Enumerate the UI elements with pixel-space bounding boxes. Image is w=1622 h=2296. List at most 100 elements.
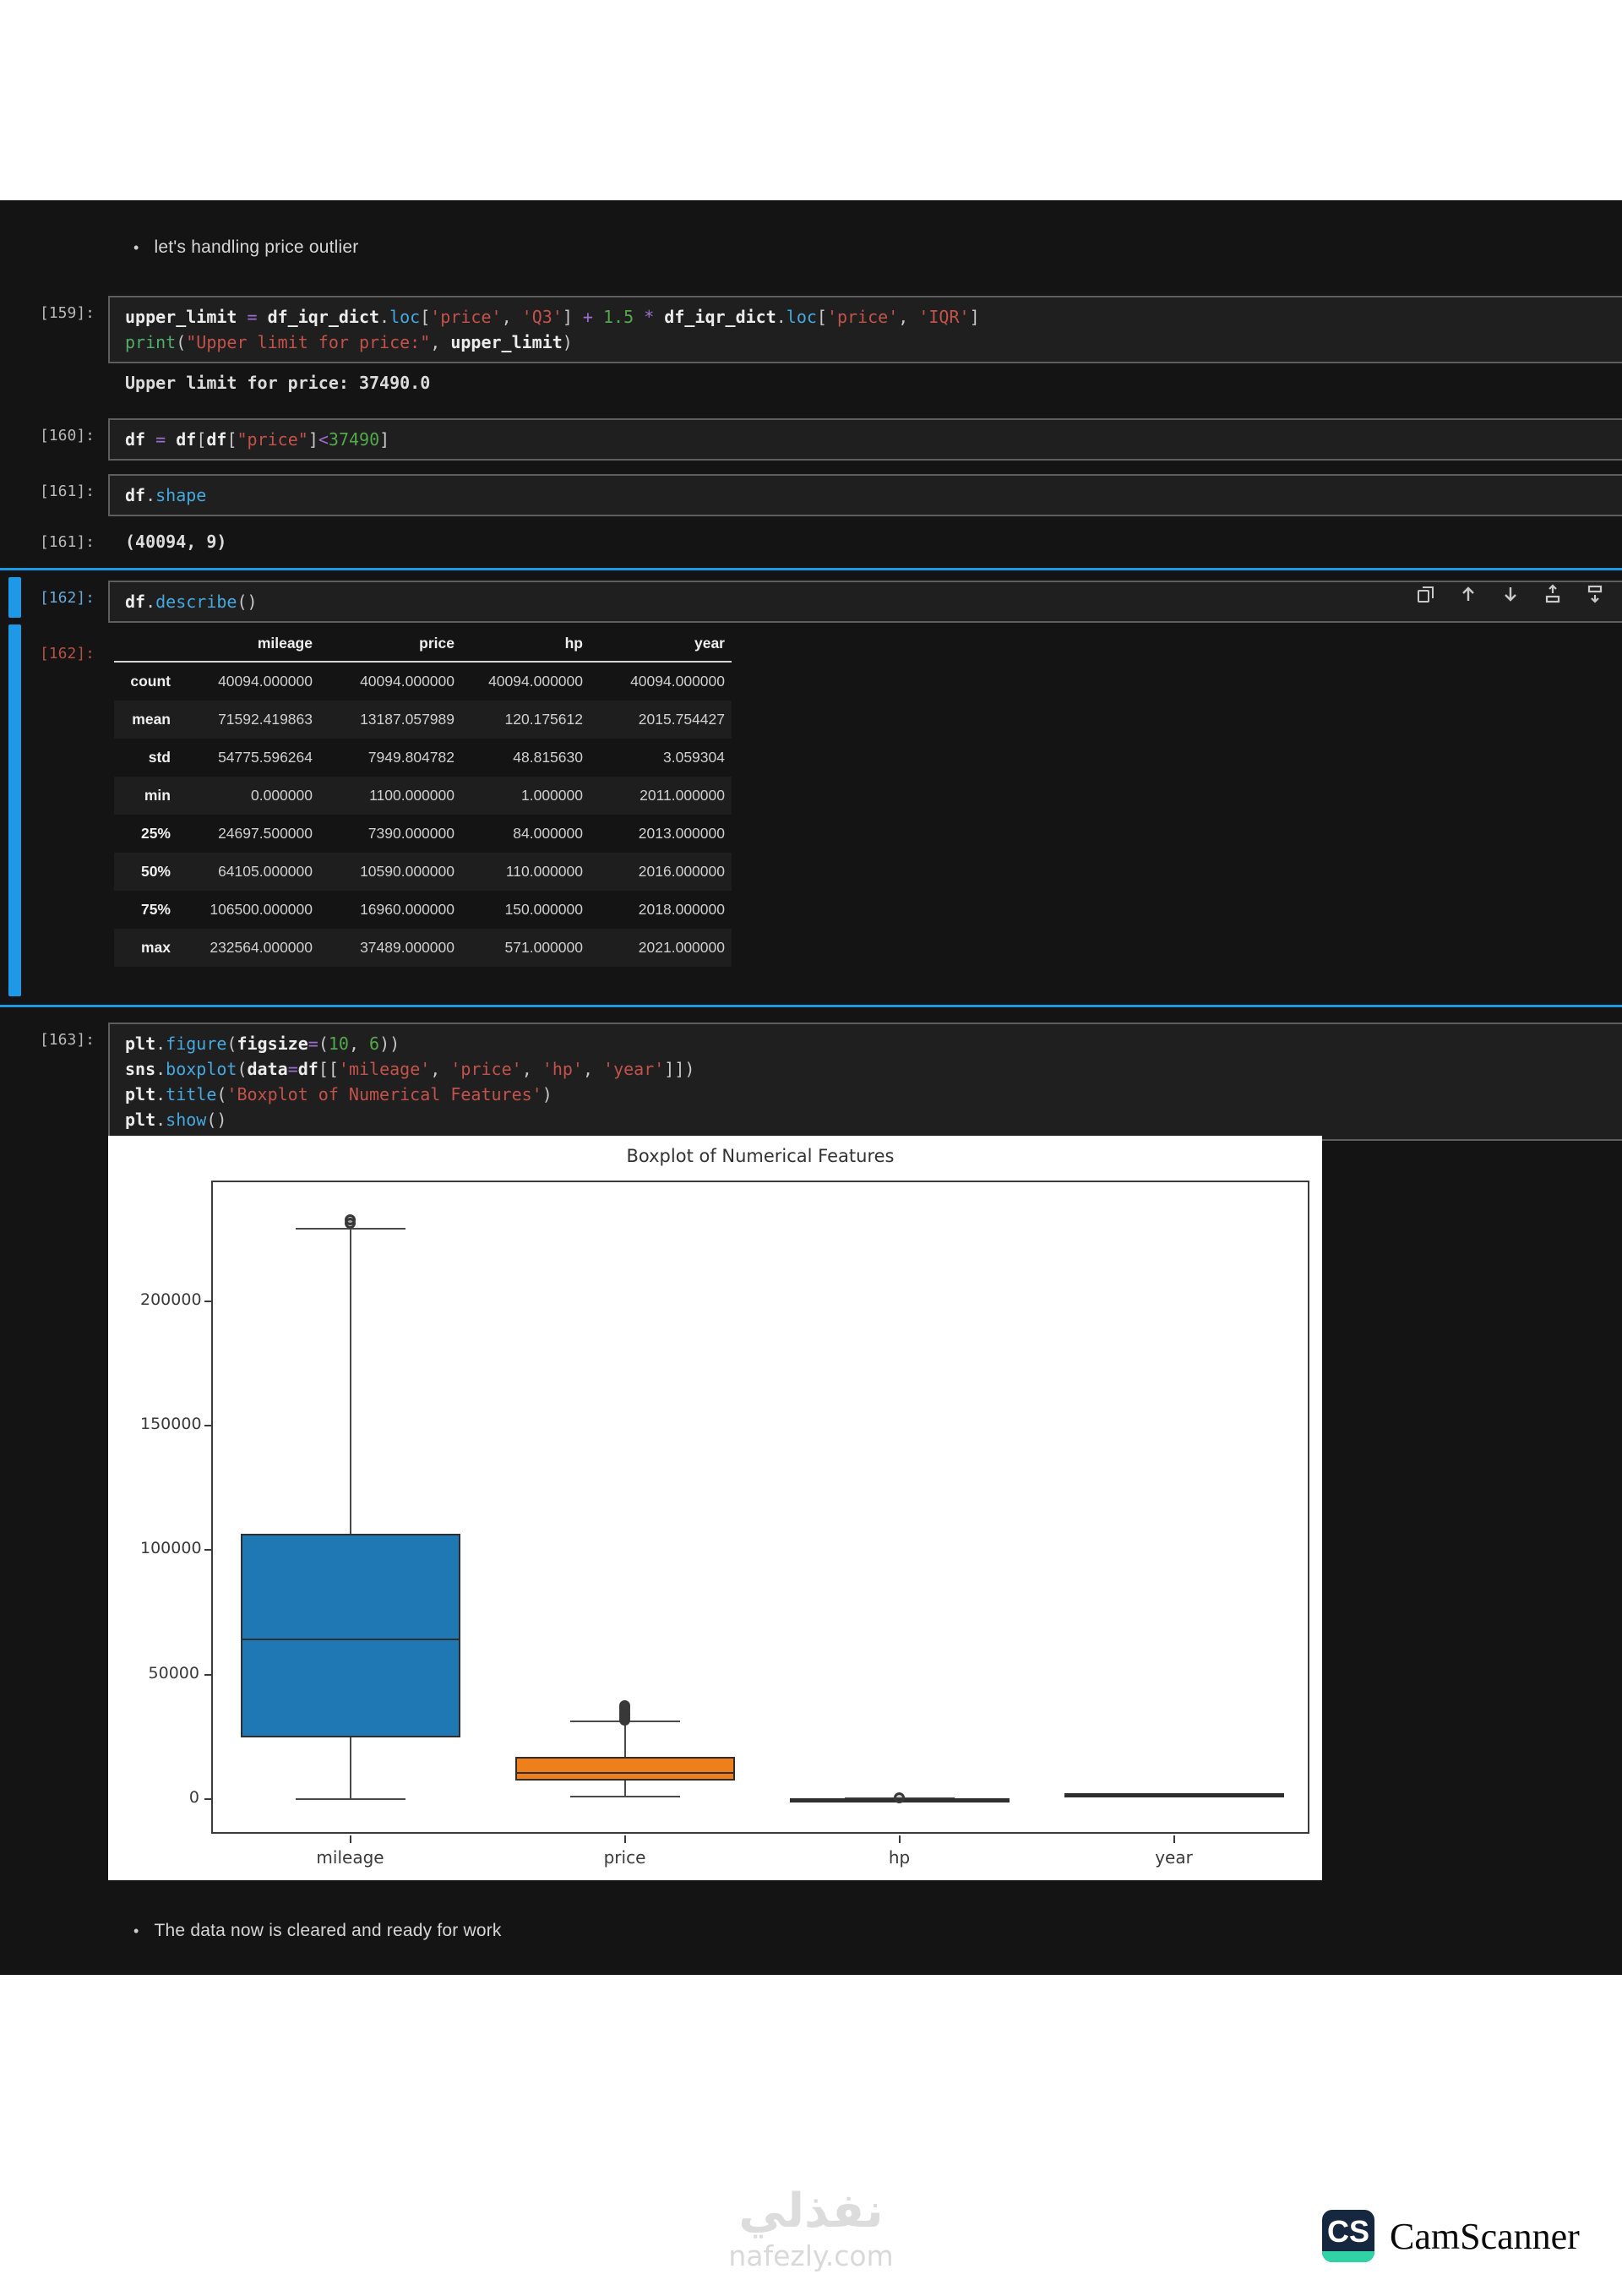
- row-label: std: [148, 749, 171, 766]
- code-line: plt.figure(figsize=(10, 6)): [125, 1031, 1607, 1056]
- table-cell: 2018.000000: [638, 901, 725, 918]
- chart-axes: 0 50000 100000 150000 200000 mileage price hp ye…: [140, 1181, 1309, 1868]
- table-row-count: count 40094.000000 40094.000000 40094.00000…: [114, 662, 732, 701]
- code-token: +: [582, 307, 593, 327]
- output-prompt-162: [162]:: [39, 645, 95, 663]
- x-tick-label-mileage: mileage: [316, 1847, 384, 1868]
- table-corner: [114, 630, 177, 663]
- insert-cell-below-icon[interactable]: [1585, 584, 1605, 604]
- code-token: df: [125, 485, 146, 505]
- table-row-75%: 75% 106500.000000 16960.000000 150.000000 20…: [114, 891, 732, 929]
- table-cell: 37489.000000: [360, 939, 454, 956]
- table-cell: 1100.000000: [369, 787, 454, 804]
- cell-hover-toolbar: [1416, 584, 1605, 604]
- y-tick-label: 0: [188, 1787, 199, 1807]
- code-token: .: [145, 485, 156, 505]
- box-mileage: [240, 1534, 460, 1738]
- y-tick-mark: [204, 1549, 213, 1552]
- code-editor-161[interactable]: df.shape: [108, 474, 1622, 516]
- code-token: boxplot: [166, 1059, 237, 1079]
- output-area-159: Upper limit for price: 37490.0: [0, 366, 1622, 393]
- markdown-note-bottom-text: The data now is cleared and ready for wo…: [154, 1921, 502, 1940]
- x-tick-mark: [898, 1835, 901, 1843]
- code-token: 'mileage': [338, 1059, 431, 1079]
- table-cell: 48.815630: [513, 749, 583, 766]
- code-token: "price": [237, 429, 308, 450]
- code-token: ,: [582, 1059, 604, 1079]
- whisker-cap-low-mileage: [295, 1797, 406, 1800]
- code-token: describe: [155, 592, 237, 612]
- table-cell: 54775.596264: [218, 749, 313, 766]
- code-token: df: [206, 429, 227, 450]
- scanned-page: • let's handling price outlier [159]: up…: [0, 0, 1622, 2296]
- row-label: 25%: [140, 825, 171, 842]
- notebook-panel: • let's handling price outlier [159]: up…: [0, 200, 1622, 1975]
- camscanner-icon: CS: [1322, 2210, 1374, 2262]
- code-token: =: [155, 429, 166, 450]
- y-tick-mark: [204, 1797, 213, 1800]
- code-token: *: [644, 307, 655, 327]
- y-tick-label: 50000: [148, 1663, 199, 1682]
- code-token: (: [216, 1084, 227, 1104]
- x-tick-mark: [1173, 1835, 1175, 1843]
- code-line: sns.boxplot(data=df[['mileage', 'price',…: [125, 1056, 1607, 1082]
- table-cell: 571.000000: [504, 939, 583, 956]
- code-editor-162[interactable]: df.describe(): [108, 581, 1622, 623]
- insert-cell-above-icon[interactable]: [1543, 584, 1563, 604]
- code-cell-162: [162]: df.describe(): [0, 581, 1622, 623]
- code-token: loc: [389, 307, 421, 327]
- code-editor-160[interactable]: df = df[df["price"]<37490]: [108, 418, 1622, 461]
- code-editor-159[interactable]: upper_limit = df_iqr_dict.loc['price', '…: [108, 296, 1622, 363]
- code-token: df_iqr_dict: [267, 307, 380, 327]
- code-token: (): [237, 592, 258, 612]
- code-line: df.shape: [125, 483, 1607, 508]
- code-token: .: [155, 1033, 166, 1054]
- outlier-marker-price: [619, 1700, 630, 1712]
- whisker-upper-price: [623, 1721, 626, 1758]
- code-token: ]: [562, 307, 583, 327]
- move-cell-up-icon[interactable]: [1458, 584, 1478, 604]
- code-line: print("Upper limit for price:", upper_li…: [125, 330, 1607, 355]
- x-tick-mark: [623, 1835, 626, 1843]
- code-token: <: [318, 429, 329, 450]
- code-token: )): [379, 1033, 400, 1054]
- code-line: df.describe(): [125, 589, 1607, 614]
- table-row-min: min 0.000000 1100.000000 1.000000 2011.00000…: [114, 777, 732, 815]
- code-token: 'price': [430, 307, 502, 327]
- code-token: (: [318, 1033, 329, 1054]
- whisker-cap-low-price: [569, 1795, 680, 1797]
- move-cell-down-icon[interactable]: [1500, 584, 1521, 604]
- code-token: (: [226, 1033, 237, 1054]
- input-prompt-162: [162]:: [39, 589, 95, 607]
- whisker-upper-mileage: [349, 1228, 351, 1535]
- y-tick-mark: [204, 1300, 213, 1302]
- code-token: .: [155, 1059, 166, 1079]
- code-token: "Upper limit for price:": [186, 332, 431, 352]
- y-tick-mark: [204, 1425, 213, 1427]
- camscanner-badge-text: CS: [1326, 2214, 1369, 2249]
- table-cell: 232564.000000: [210, 939, 313, 956]
- table-cell: 71592.419863: [218, 711, 313, 728]
- code-cell-160: [160]: df = df[df["price"]<37490]: [0, 418, 1622, 461]
- code-token: ,: [898, 307, 919, 327]
- code-line: plt.title('Boxplot of Numerical Features…: [125, 1082, 1607, 1107]
- code-editor-163[interactable]: plt.figure(figsize=(10, 6)) sns.boxplot(d…: [108, 1023, 1622, 1141]
- code-token: figure: [166, 1033, 227, 1054]
- code-token: 'Q3': [521, 307, 563, 327]
- input-prompt-160: [160]:: [39, 427, 95, 444]
- table-header-price: price: [319, 630, 461, 663]
- table-cell: 3.059304: [663, 749, 725, 766]
- duplicate-cell-icon[interactable]: [1416, 584, 1436, 604]
- row-label: count: [130, 673, 171, 690]
- selected-cell-162[interactable]: [162]: df.describe() [162]: mileage price…: [0, 568, 1622, 1007]
- code-token: [: [196, 429, 207, 450]
- code-token: ,: [430, 332, 451, 352]
- code-token: (: [176, 332, 187, 352]
- table-row-50%: 50% 64105.000000 10590.000000 110.000000 201…: [114, 853, 732, 891]
- table-cell: 40094.000000: [488, 673, 583, 690]
- median-line-price: [514, 1771, 735, 1774]
- table-cell: 40094.000000: [360, 673, 454, 690]
